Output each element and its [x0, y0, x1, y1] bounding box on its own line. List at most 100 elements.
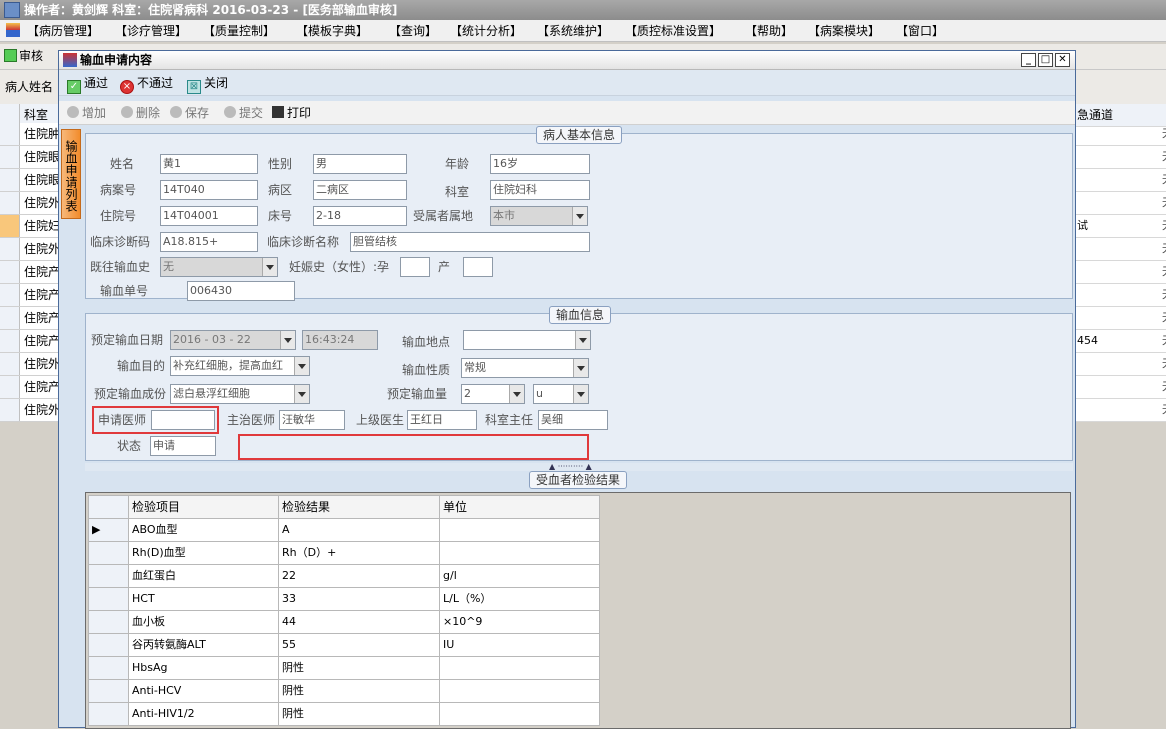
menu-item-window[interactable]: 【窗口】: [896, 23, 944, 39]
menu-item-case-module[interactable]: 【病案模块】: [808, 23, 880, 39]
column-header[interactable]: 单位: [439, 495, 600, 519]
menu-item-help[interactable]: 【帮助】: [745, 23, 793, 39]
fail-button[interactable]: × 不通过: [120, 74, 173, 94]
record-no-field[interactable]: 14T040: [160, 180, 258, 200]
table-row[interactable]: 血红蛋白 22 g/l: [88, 564, 600, 588]
table-row[interactable]: ▶ ABO血型 A: [88, 518, 600, 542]
table-row[interactable]: 住院产: [0, 330, 60, 353]
status-field[interactable]: 申请: [150, 436, 216, 456]
bed-field[interactable]: 2-18: [313, 206, 407, 226]
name-label: 姓名: [110, 157, 135, 171]
inpatient-no-field[interactable]: 14T04001: [160, 206, 258, 226]
panel-splitter[interactable]: ▲ ·········· ▲: [85, 463, 1073, 471]
chevron-down-icon: [576, 214, 584, 219]
table-row[interactable]: 无: [1075, 284, 1166, 307]
table-row[interactable]: 住院产: [0, 307, 60, 330]
menu-item-query[interactable]: 【查询】: [389, 23, 437, 39]
table-row[interactable]: 无: [1075, 192, 1166, 215]
table-row[interactable]: 无: [1075, 399, 1166, 422]
gender-field[interactable]: 男: [313, 154, 407, 174]
table-row[interactable]: 住院眼: [0, 169, 60, 192]
menu-item-qc-standards[interactable]: 【质控标准设置】: [625, 23, 721, 39]
table-row[interactable]: HCT 33 L/L（%）: [88, 587, 600, 611]
menu-item-quality[interactable]: 【质量控制】: [203, 23, 275, 39]
menu-item-maintenance[interactable]: 【系统维护】: [537, 23, 609, 39]
patient-name-filter: 病人姓名: [0, 70, 60, 104]
close-button[interactable]: ⊠ 关闭: [187, 74, 228, 94]
audit-button[interactable]: 审核: [4, 48, 43, 64]
residence-select[interactable]: 本市: [490, 206, 588, 226]
dept-field[interactable]: 住院妇科: [490, 180, 590, 200]
save-button[interactable]: 保存: [170, 104, 209, 122]
table-row[interactable]: 无: [1075, 376, 1166, 399]
purpose-label: 输血目的: [117, 359, 166, 373]
pass-button[interactable]: ✓ 通过: [67, 74, 108, 94]
amount-select[interactable]: 2: [461, 384, 525, 404]
time-spinner[interactable]: 16:43:24: [302, 330, 378, 350]
menu-item-statistics[interactable]: 【统计分析】: [450, 23, 522, 39]
table-row[interactable]: 无: [1075, 238, 1166, 261]
req-doctor-field[interactable]: [151, 410, 215, 430]
director-field[interactable]: 吴细: [538, 410, 608, 430]
add-button[interactable]: 增加: [67, 104, 106, 122]
menu-app-icon[interactable]: [6, 23, 20, 37]
table-row[interactable]: 无: [1075, 169, 1166, 192]
birth-field[interactable]: [463, 257, 493, 277]
menu-item-records[interactable]: 【病历管理】: [27, 23, 99, 39]
diag-code-field[interactable]: A18.815+: [160, 232, 258, 252]
table-row[interactable]: 无: [1075, 123, 1166, 146]
history-select[interactable]: 无: [160, 257, 278, 277]
table-row[interactable]: 血小板 44 ×10^9: [88, 610, 600, 634]
nature-select[interactable]: 常规: [461, 358, 589, 378]
table-row[interactable]: 试无: [1075, 215, 1166, 238]
delete-button[interactable]: 删除: [121, 104, 160, 122]
maximize-button[interactable]: □: [1038, 53, 1053, 67]
table-row[interactable]: 无: [1075, 261, 1166, 284]
print-button[interactable]: 打印: [272, 104, 311, 122]
table-row[interactable]: Anti-HCV 阴性: [88, 679, 600, 703]
lab-results-title: 受血者检验结果: [529, 471, 628, 489]
menu-item-treatment[interactable]: 【诊疗管理】: [115, 23, 187, 39]
table-row[interactable]: 住院产: [0, 261, 60, 284]
submit-button[interactable]: 提交: [224, 104, 263, 122]
table-row[interactable]: Anti-HIV1/2 阴性: [88, 702, 600, 726]
table-row[interactable]: 住院肿: [0, 123, 60, 146]
row-selector-icon[interactable]: ▶: [88, 518, 129, 542]
table-row[interactable]: 住院外: [0, 238, 60, 261]
table-row[interactable]: 住院眼: [0, 146, 60, 169]
table-row[interactable]: 无: [1075, 307, 1166, 330]
slip-no-field[interactable]: 006430: [187, 281, 295, 301]
tab-request-list[interactable]: 输血申请列表: [61, 129, 81, 219]
column-header[interactable]: 检验结果: [278, 495, 440, 519]
date-label: 预定输血日期: [91, 333, 164, 347]
table-row[interactable]: 住院外: [0, 353, 60, 376]
component-select[interactable]: 滤白悬浮红细胞: [170, 384, 310, 404]
minimize-button[interactable]: _: [1021, 53, 1036, 67]
table-row[interactable]: 住院外: [0, 192, 60, 215]
table-row[interactable]: 住院产: [0, 376, 60, 399]
inpatient-no-label: 住院号: [100, 209, 137, 223]
table-row[interactable]: 无: [1075, 146, 1166, 169]
table-row[interactable]: 454无: [1075, 330, 1166, 353]
place-select[interactable]: [463, 330, 591, 350]
sup-doctor-field[interactable]: 王红日: [407, 410, 477, 430]
unit-select[interactable]: u: [533, 384, 589, 404]
att-doctor-field[interactable]: 汪敏华: [279, 410, 345, 430]
table-row[interactable]: 无: [1075, 353, 1166, 376]
date-picker[interactable]: 2016 - 03 - 22: [170, 330, 296, 350]
name-field[interactable]: 黄1: [160, 154, 258, 174]
table-row[interactable]: Rh(D)血型 Rh（D）+: [88, 541, 600, 565]
menu-item-templates[interactable]: 【模板字典】: [296, 23, 368, 39]
column-header[interactable]: 检验项目: [128, 495, 279, 519]
ward-field[interactable]: 二病区: [313, 180, 407, 200]
age-field[interactable]: 16岁: [490, 154, 590, 174]
diag-name-field[interactable]: 胆管结核: [350, 232, 590, 252]
close-window-button[interactable]: ✕: [1055, 53, 1070, 67]
table-row[interactable]: 住院妇: [0, 215, 60, 238]
pregnancy-field[interactable]: [400, 257, 430, 277]
table-row[interactable]: 谷丙转氨酶ALT 55 IU: [88, 633, 600, 657]
table-row[interactable]: HbsAg 阴性: [88, 656, 600, 680]
purpose-select[interactable]: 补充红细胞，提高血红: [170, 356, 310, 376]
table-row[interactable]: 住院外: [0, 399, 60, 422]
table-row[interactable]: 住院产: [0, 284, 60, 307]
